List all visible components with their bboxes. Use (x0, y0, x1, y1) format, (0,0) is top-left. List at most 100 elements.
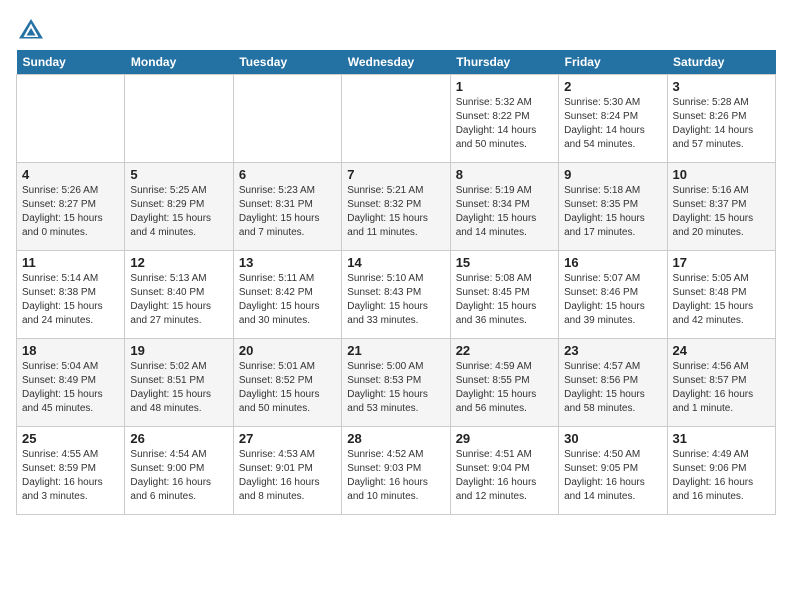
logo-icon (16, 16, 46, 46)
day-number: 22 (456, 343, 553, 358)
day-number: 1 (456, 79, 553, 94)
day-number: 11 (22, 255, 119, 270)
calendar-body: 1Sunrise: 5:32 AM Sunset: 8:22 PM Daylig… (17, 75, 776, 515)
calendar-cell: 25Sunrise: 4:55 AM Sunset: 8:59 PM Dayli… (17, 427, 125, 515)
day-info: Sunrise: 4:52 AM Sunset: 9:03 PM Dayligh… (347, 448, 444, 504)
day-number: 16 (564, 255, 661, 270)
calendar-cell: 22 Sunrise: 4:59 AM Sunset: 8:55 PM Dayli… (450, 339, 558, 427)
calendar-cell: 19 Sunrise: 5:02 AM Sunset: 8:51 PM Dayli… (125, 339, 233, 427)
calendar-cell (17, 75, 125, 163)
calendar-cell: 5 Sunrise: 5:25 AM Sunset: 8:29 PM Daylig… (125, 163, 233, 251)
day-info: Sunrise: 5:26 AM Sunset: 8:27 PM Dayligh… (22, 184, 119, 240)
day-number: 24 (673, 343, 770, 358)
day-number: 7 (347, 167, 444, 182)
calendar-cell: 31 Sunrise: 4:49 AM Sunset: 9:06 PM Dayli… (667, 427, 775, 515)
weekday-thursday: Thursday (450, 50, 558, 75)
calendar-cell: 21Sunrise: 5:00 AM Sunset: 8:53 PM Dayli… (342, 339, 450, 427)
calendar-cell: 27Sunrise: 4:53 AM Sunset: 9:01 PM Dayli… (233, 427, 341, 515)
calendar-cell: 8Sunrise: 5:19 AM Sunset: 8:34 PM Daylig… (450, 163, 558, 251)
calendar-cell: 26 Sunrise: 4:54 AM Sunset: 9:00 PM Dayli… (125, 427, 233, 515)
day-number: 19 (130, 343, 227, 358)
calendar-cell: 1Sunrise: 5:32 AM Sunset: 8:22 PM Daylig… (450, 75, 558, 163)
day-info: Sunrise: 4:55 AM Sunset: 8:59 PM Dayligh… (22, 448, 119, 504)
weekday-friday: Friday (559, 50, 667, 75)
day-number: 4 (22, 167, 119, 182)
calendar-cell: 2 Sunrise: 5:30 AM Sunset: 8:24 PM Daylig… (559, 75, 667, 163)
day-info: Sunrise: 5:13 AM Sunset: 8:40 PM Dayligh… (130, 272, 227, 328)
day-number: 3 (673, 79, 770, 94)
day-info: Sunrise: 5:18 AM Sunset: 8:35 PM Dayligh… (564, 184, 661, 240)
day-info: Sunrise: 4:57 AM Sunset: 8:56 PM Dayligh… (564, 360, 661, 416)
page-header (16, 16, 776, 46)
day-info: Sunrise: 5:04 AM Sunset: 8:49 PM Dayligh… (22, 360, 119, 416)
day-info: Sunrise: 5:01 AM Sunset: 8:52 PM Dayligh… (239, 360, 336, 416)
day-info: Sunrise: 5:16 AM Sunset: 8:37 PM Dayligh… (673, 184, 770, 240)
day-info: Sunrise: 5:10 AM Sunset: 8:43 PM Dayligh… (347, 272, 444, 328)
calendar-cell: 6 Sunrise: 5:23 AM Sunset: 8:31 PM Daylig… (233, 163, 341, 251)
day-number: 30 (564, 431, 661, 446)
day-info: Sunrise: 5:23 AM Sunset: 8:31 PM Dayligh… (239, 184, 336, 240)
calendar-week-3: 11 Sunrise: 5:14 AM Sunset: 8:38 PM Dayli… (17, 251, 776, 339)
day-number: 27 (239, 431, 336, 446)
calendar-week-2: 4 Sunrise: 5:26 AM Sunset: 8:27 PM Daylig… (17, 163, 776, 251)
weekday-saturday: Saturday (667, 50, 775, 75)
day-info: Sunrise: 5:08 AM Sunset: 8:45 PM Dayligh… (456, 272, 553, 328)
day-number: 14 (347, 255, 444, 270)
day-info: Sunrise: 4:56 AM Sunset: 8:57 PM Dayligh… (673, 360, 770, 416)
day-number: 2 (564, 79, 661, 94)
calendar-cell: 30 Sunrise: 4:50 AM Sunset: 9:05 PM Dayli… (559, 427, 667, 515)
day-info: Sunrise: 5:02 AM Sunset: 8:51 PM Dayligh… (130, 360, 227, 416)
day-info: Sunrise: 5:28 AM Sunset: 8:26 PM Dayligh… (673, 96, 770, 152)
calendar-cell: 18 Sunrise: 5:04 AM Sunset: 8:49 PM Dayli… (17, 339, 125, 427)
day-number: 31 (673, 431, 770, 446)
day-info: Sunrise: 4:50 AM Sunset: 9:05 PM Dayligh… (564, 448, 661, 504)
day-info: Sunrise: 4:54 AM Sunset: 9:00 PM Dayligh… (130, 448, 227, 504)
day-number: 13 (239, 255, 336, 270)
calendar-cell: 14 Sunrise: 5:10 AM Sunset: 8:43 PM Dayli… (342, 251, 450, 339)
day-info: Sunrise: 4:59 AM Sunset: 8:55 PM Dayligh… (456, 360, 553, 416)
calendar-table: SundayMondayTuesdayWednesdayThursdayFrid… (16, 50, 776, 515)
day-info: Sunrise: 5:07 AM Sunset: 8:46 PM Dayligh… (564, 272, 661, 328)
calendar-cell: 15 Sunrise: 5:08 AM Sunset: 8:45 PM Dayli… (450, 251, 558, 339)
calendar-cell: 16 Sunrise: 5:07 AM Sunset: 8:46 PM Dayli… (559, 251, 667, 339)
calendar-cell (342, 75, 450, 163)
day-info: Sunrise: 5:21 AM Sunset: 8:32 PM Dayligh… (347, 184, 444, 240)
calendar-cell (233, 75, 341, 163)
calendar-cell (125, 75, 233, 163)
calendar-cell: 24 Sunrise: 4:56 AM Sunset: 8:57 PM Dayli… (667, 339, 775, 427)
day-number: 28 (347, 431, 444, 446)
day-info: Sunrise: 5:00 AM Sunset: 8:53 PM Dayligh… (347, 360, 444, 416)
day-number: 9 (564, 167, 661, 182)
calendar-cell: 3 Sunrise: 5:28 AM Sunset: 8:26 PM Daylig… (667, 75, 775, 163)
calendar-cell: 11 Sunrise: 5:14 AM Sunset: 8:38 PM Dayli… (17, 251, 125, 339)
day-info: Sunrise: 5:25 AM Sunset: 8:29 PM Dayligh… (130, 184, 227, 240)
day-number: 18 (22, 343, 119, 358)
day-number: 6 (239, 167, 336, 182)
calendar-cell: 13Sunrise: 5:11 AM Sunset: 8:42 PM Dayli… (233, 251, 341, 339)
day-number: 23 (564, 343, 661, 358)
day-info: Sunrise: 5:30 AM Sunset: 8:24 PM Dayligh… (564, 96, 661, 152)
day-number: 10 (673, 167, 770, 182)
calendar-cell: 23 Sunrise: 4:57 AM Sunset: 8:56 PM Dayli… (559, 339, 667, 427)
calendar-cell: 9 Sunrise: 5:18 AM Sunset: 8:35 PM Daylig… (559, 163, 667, 251)
day-number: 26 (130, 431, 227, 446)
day-info: Sunrise: 5:14 AM Sunset: 8:38 PM Dayligh… (22, 272, 119, 328)
day-info: Sunrise: 5:05 AM Sunset: 8:48 PM Dayligh… (673, 272, 770, 328)
calendar-cell: 12Sunrise: 5:13 AM Sunset: 8:40 PM Dayli… (125, 251, 233, 339)
calendar-cell: 4 Sunrise: 5:26 AM Sunset: 8:27 PM Daylig… (17, 163, 125, 251)
day-number: 15 (456, 255, 553, 270)
day-info: Sunrise: 4:51 AM Sunset: 9:04 PM Dayligh… (456, 448, 553, 504)
calendar-cell: 28 Sunrise: 4:52 AM Sunset: 9:03 PM Dayli… (342, 427, 450, 515)
calendar-cell: 20 Sunrise: 5:01 AM Sunset: 8:52 PM Dayli… (233, 339, 341, 427)
calendar-cell: 10 Sunrise: 5:16 AM Sunset: 8:37 PM Dayli… (667, 163, 775, 251)
calendar-week-1: 1Sunrise: 5:32 AM Sunset: 8:22 PM Daylig… (17, 75, 776, 163)
day-number: 20 (239, 343, 336, 358)
day-number: 5 (130, 167, 227, 182)
day-info: Sunrise: 4:49 AM Sunset: 9:06 PM Dayligh… (673, 448, 770, 504)
day-number: 29 (456, 431, 553, 446)
calendar-header: SundayMondayTuesdayWednesdayThursdayFrid… (17, 50, 776, 75)
weekday-wednesday: Wednesday (342, 50, 450, 75)
weekday-header-row: SundayMondayTuesdayWednesdayThursdayFrid… (17, 50, 776, 75)
calendar-week-5: 25Sunrise: 4:55 AM Sunset: 8:59 PM Dayli… (17, 427, 776, 515)
calendar-cell: 17Sunrise: 5:05 AM Sunset: 8:48 PM Dayli… (667, 251, 775, 339)
